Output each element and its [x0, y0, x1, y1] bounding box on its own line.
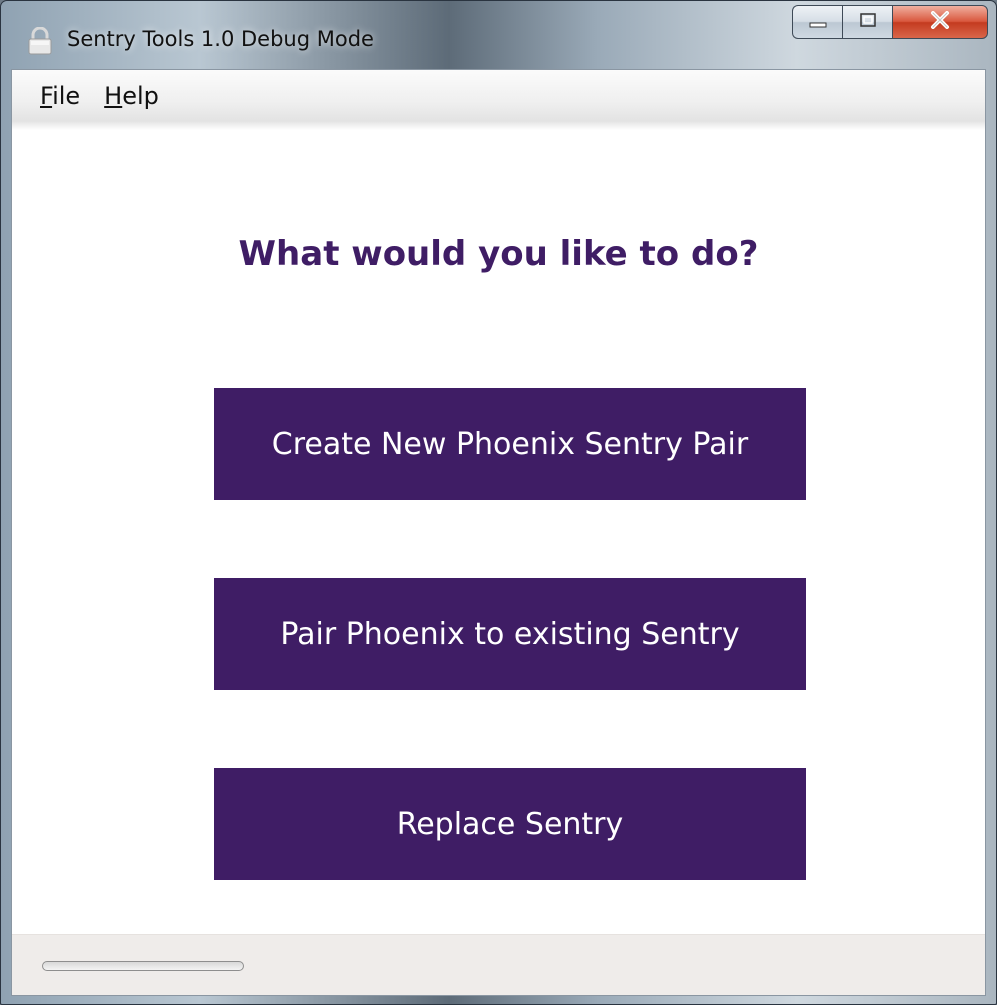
title-bar[interactable]: Sentry Tools 1.0 Debug Mode [1, 1, 996, 69]
menu-help[interactable]: Help [96, 82, 167, 110]
pair-to-existing-button[interactable]: Pair Phoenix to existing Sentry [214, 578, 806, 690]
client-area: File Help What would you like to do? Cre… [11, 69, 986, 996]
app-window: Sentry Tools 1.0 Debug Mode File Help Wh… [0, 0, 997, 1005]
page-heading: What would you like to do? [238, 234, 759, 274]
menu-file[interactable]: File [32, 82, 88, 110]
menu-file-mnemonic: F [40, 82, 53, 110]
menu-file-label: ile [52, 82, 81, 110]
lock-icon [27, 26, 53, 55]
maximize-button[interactable] [842, 5, 892, 39]
menu-help-label: elp [122, 82, 159, 110]
replace-sentry-button[interactable]: Replace Sentry [214, 768, 806, 880]
progress-bar [42, 961, 244, 971]
minimize-button[interactable] [792, 5, 842, 39]
create-new-pair-button[interactable]: Create New Phoenix Sentry Pair [214, 388, 806, 500]
status-bar [12, 934, 985, 995]
close-icon [930, 11, 950, 33]
menu-help-mnemonic: H [104, 82, 123, 110]
window-title: Sentry Tools 1.0 Debug Mode [67, 27, 374, 51]
menu-bar: File Help [12, 70, 985, 130]
caption-buttons [792, 5, 988, 41]
maximize-icon [859, 12, 877, 32]
close-button[interactable] [892, 5, 988, 39]
minimize-icon [809, 13, 827, 32]
